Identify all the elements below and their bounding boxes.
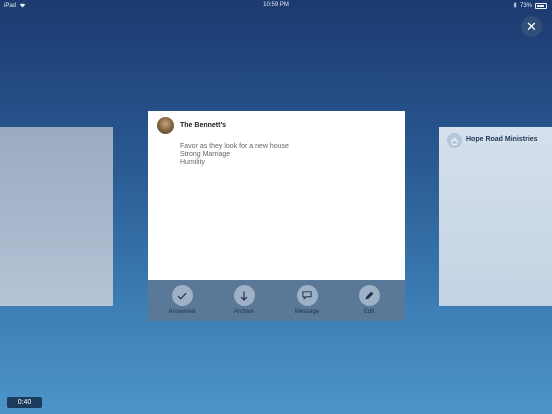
timer-badge: 0:40 [7, 397, 42, 408]
arrow-down-icon [233, 285, 255, 306]
list-item: Strong Marriage [180, 151, 231, 158]
answered-label: Answered [168, 309, 196, 315]
message-label: Message [294, 309, 320, 315]
avatar [157, 117, 174, 134]
card-title: The Bennett's [180, 122, 227, 129]
close-button[interactable]: ✕ [521, 16, 542, 37]
archive-label: Archive [233, 309, 254, 315]
message-button[interactable]: Message [287, 285, 327, 315]
message-icon [296, 285, 318, 306]
request-list: Favor as they look for a new house Stron… [180, 143, 289, 167]
archive-button[interactable]: Archive [224, 285, 264, 315]
edit-button[interactable]: Edit [349, 285, 389, 315]
status-bar: iPad 10:59 PM 73% [0, 0, 552, 10]
action-bar: Answered Archive Message Edit [148, 280, 405, 321]
bluetooth-icon [513, 1, 517, 10]
battery-percent: 73% [519, 3, 532, 9]
lock-icon [447, 133, 462, 148]
status-time: 10:59 PM [263, 2, 289, 8]
next-prayer-card[interactable]: Hope Road Ministries [439, 127, 552, 306]
list-item: Humility [180, 159, 205, 166]
answered-button[interactable]: Answered [162, 285, 202, 315]
battery-icon [535, 3, 547, 9]
list-item: Favor as they look for a new house [180, 143, 289, 150]
prayer-card: The Bennett's Favor as they look for a n… [148, 111, 405, 280]
check-icon [171, 285, 193, 306]
edit-label: Edit [363, 309, 375, 315]
next-card-title: Hope Road Ministries [466, 136, 538, 143]
close-icon: ✕ [526, 19, 537, 34]
previous-prayer-card[interactable] [0, 127, 113, 306]
pencil-icon [358, 285, 380, 306]
